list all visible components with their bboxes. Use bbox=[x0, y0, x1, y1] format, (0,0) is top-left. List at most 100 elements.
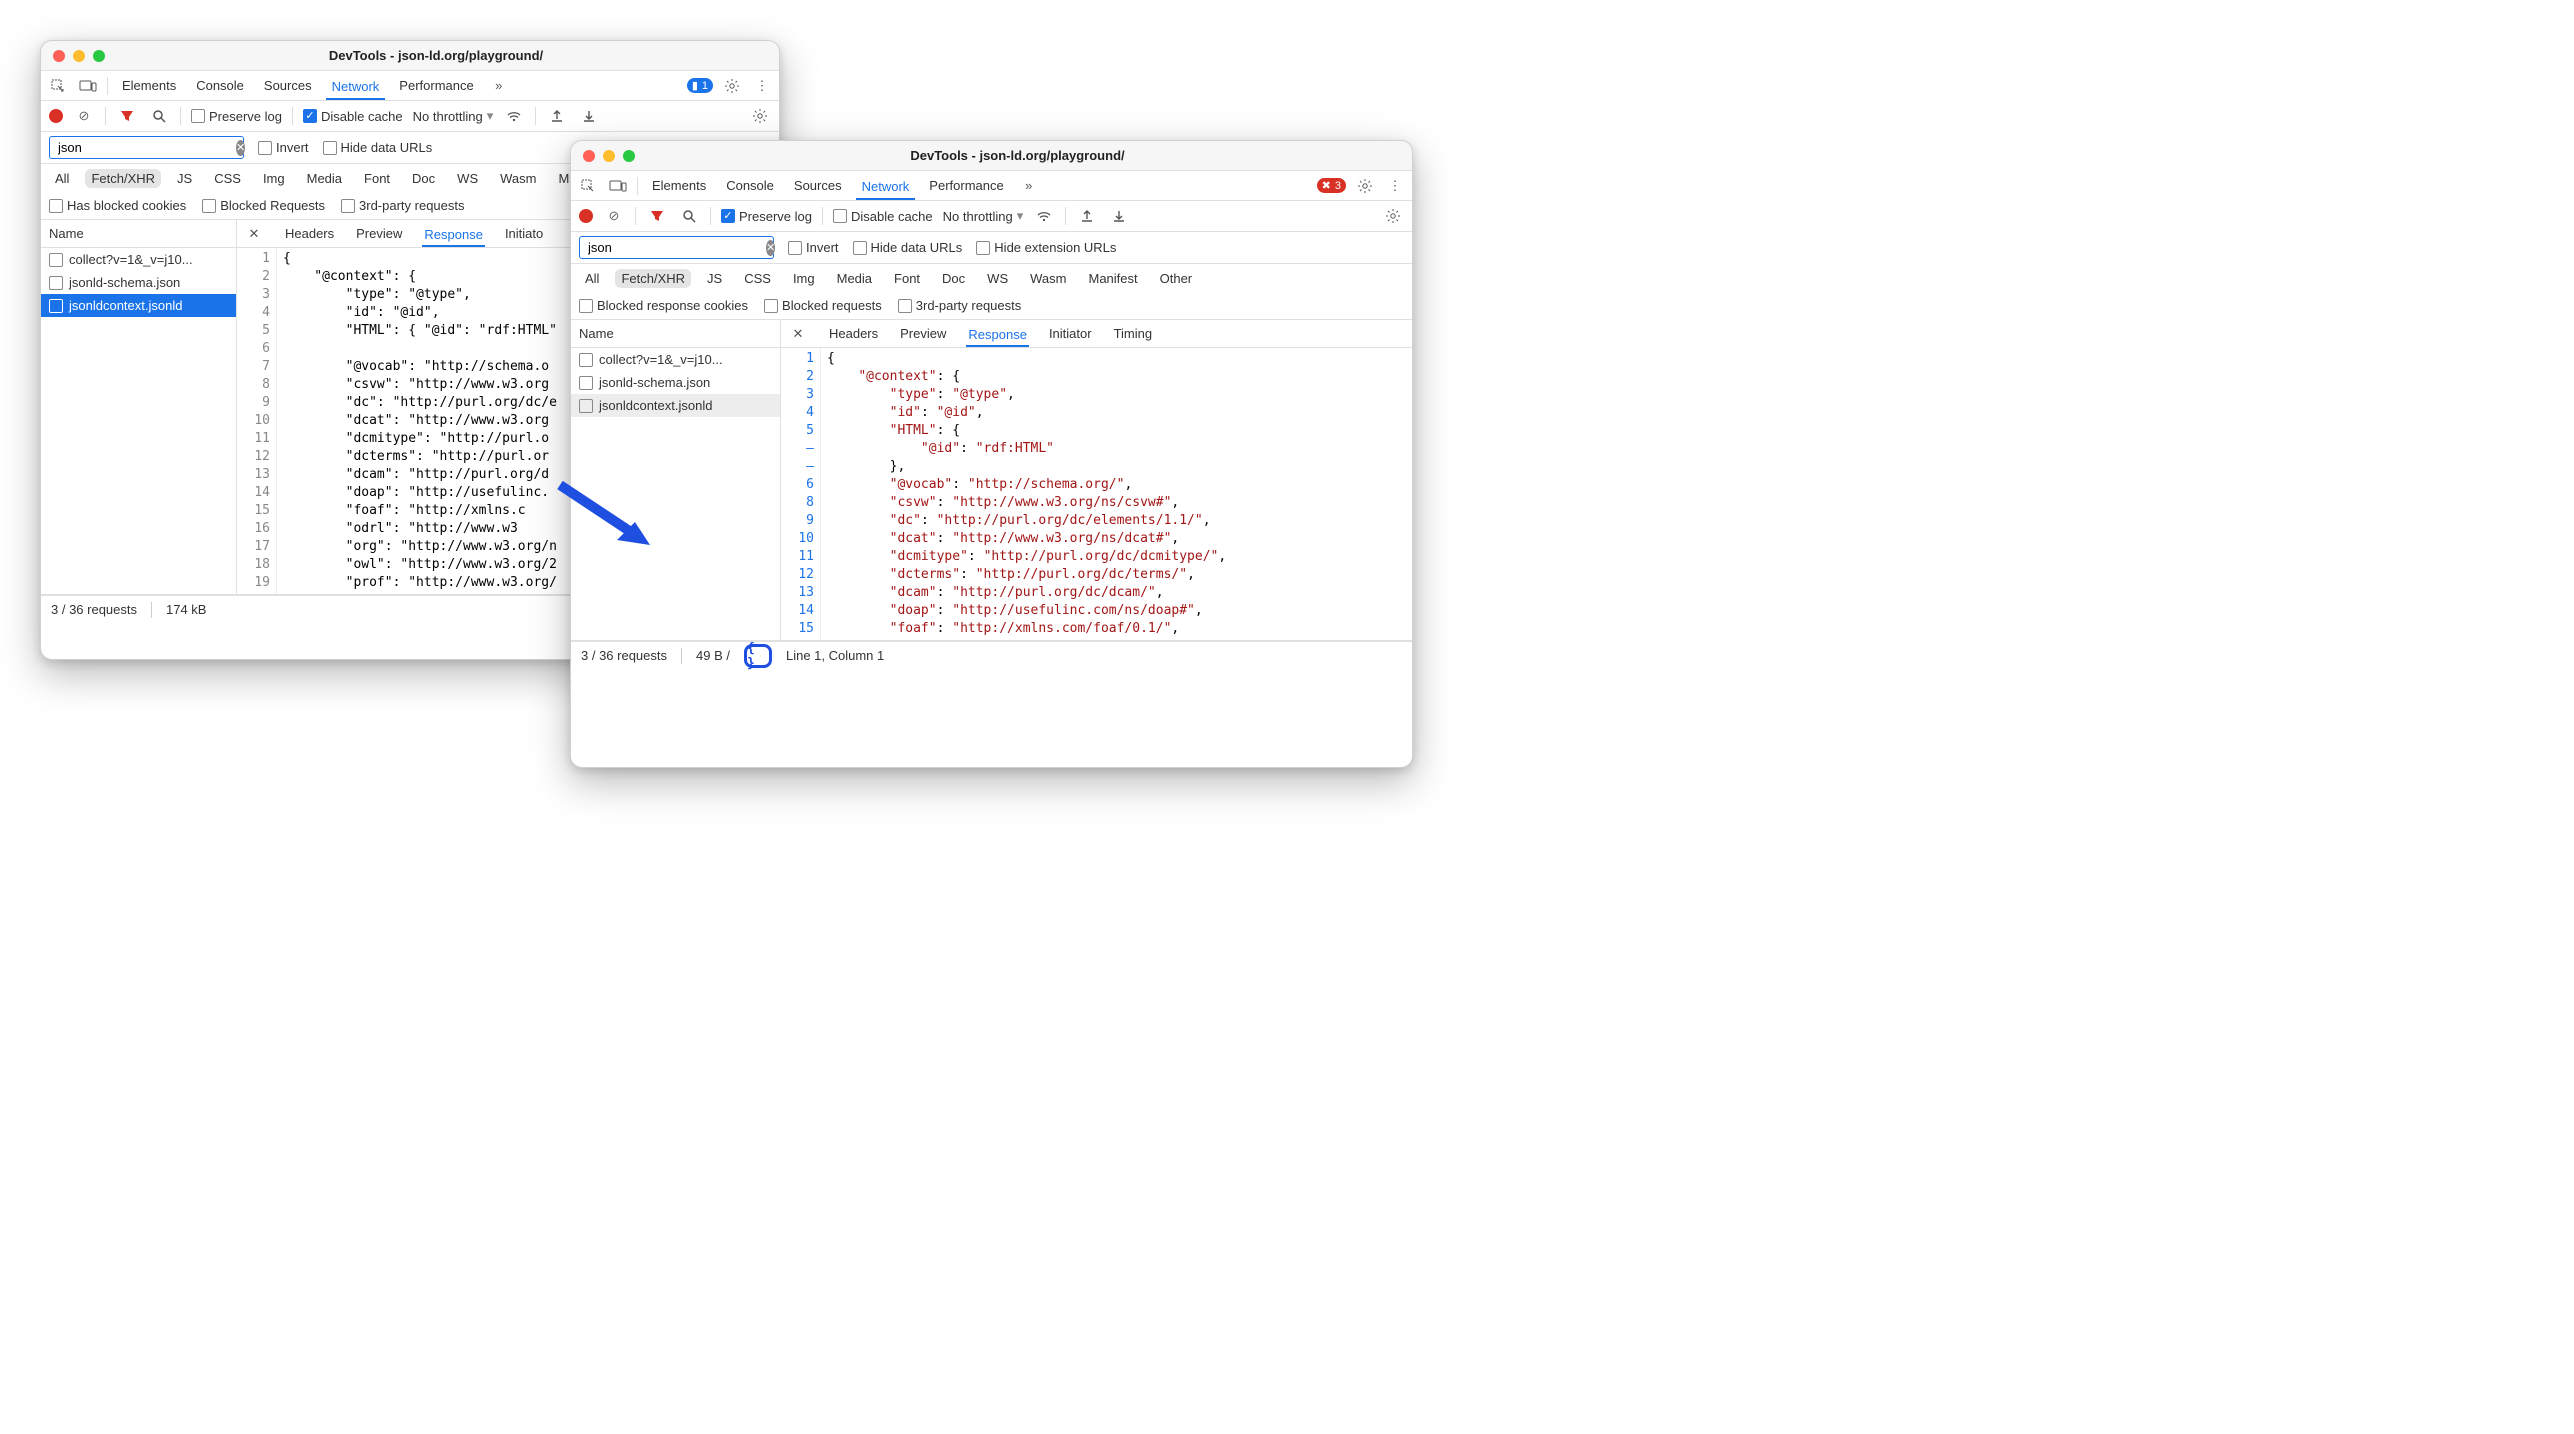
upload-icon[interactable] bbox=[546, 105, 568, 127]
settings-icon[interactable] bbox=[1354, 175, 1376, 197]
minimize-icon[interactable] bbox=[73, 50, 85, 62]
type-fetch-xhr[interactable]: Fetch/XHR bbox=[85, 169, 161, 188]
record-icon[interactable] bbox=[579, 209, 593, 223]
type-doc[interactable]: Doc bbox=[936, 269, 971, 288]
type-ws[interactable]: WS bbox=[451, 169, 484, 188]
tab-timing[interactable]: Timing bbox=[1112, 321, 1155, 346]
inspect-icon[interactable] bbox=[47, 75, 69, 97]
type-js[interactable]: JS bbox=[171, 169, 198, 188]
inspect-icon[interactable] bbox=[577, 175, 599, 197]
filter-input[interactable]: ✕ bbox=[579, 236, 774, 259]
invert-checkbox[interactable]: Invert bbox=[258, 140, 309, 155]
filter-icon[interactable] bbox=[116, 105, 138, 127]
record-icon[interactable] bbox=[49, 109, 63, 123]
type-img[interactable]: Img bbox=[787, 269, 821, 288]
tab-headers[interactable]: Headers bbox=[283, 221, 336, 246]
filter-input[interactable]: ✕ bbox=[49, 136, 244, 159]
tab-elements[interactable]: Elements bbox=[646, 172, 712, 199]
maximize-icon[interactable] bbox=[623, 150, 635, 162]
device-toggle-icon[interactable] bbox=[77, 75, 99, 97]
tab-headers[interactable]: Headers bbox=[827, 321, 880, 346]
clear-icon[interactable]: ⊘ bbox=[603, 205, 625, 227]
kebab-icon[interactable]: ⋮ bbox=[751, 75, 773, 97]
close-icon[interactable] bbox=[53, 50, 65, 62]
request-row[interactable]: jsonldcontext.jsonld bbox=[571, 394, 780, 417]
network-settings-icon[interactable] bbox=[1382, 205, 1404, 227]
type-wasm[interactable]: Wasm bbox=[1024, 269, 1072, 288]
request-row[interactable]: collect?v=1&_v=j10... bbox=[41, 248, 236, 271]
type-wasm[interactable]: Wasm bbox=[494, 169, 542, 188]
request-row[interactable]: collect?v=1&_v=j10... bbox=[571, 348, 780, 371]
tab-performance[interactable]: Performance bbox=[923, 172, 1009, 199]
blocked-requests-checkbox[interactable]: Blocked requests bbox=[764, 298, 882, 313]
tab-console[interactable]: Console bbox=[190, 72, 250, 99]
response-body[interactable]: 12345––689101112131415 { "@context": { "… bbox=[781, 348, 1412, 640]
type-media[interactable]: Media bbox=[831, 269, 878, 288]
close-detail-icon[interactable]: ✕ bbox=[787, 323, 809, 345]
device-toggle-icon[interactable] bbox=[607, 175, 629, 197]
type-font[interactable]: Font bbox=[358, 169, 396, 188]
wifi-icon[interactable] bbox=[503, 105, 525, 127]
tab-preview[interactable]: Preview bbox=[898, 321, 948, 346]
more-tabs-icon[interactable]: » bbox=[1018, 175, 1040, 197]
clear-filter-icon[interactable]: ✕ bbox=[766, 240, 775, 256]
download-icon[interactable] bbox=[1108, 205, 1130, 227]
kebab-icon[interactable]: ⋮ bbox=[1384, 175, 1406, 197]
type-css[interactable]: CSS bbox=[738, 269, 777, 288]
type-manifest[interactable]: Manifest bbox=[1082, 269, 1143, 288]
tab-initiator[interactable]: Initiator bbox=[1047, 321, 1094, 346]
clear-icon[interactable]: ⊘ bbox=[73, 105, 95, 127]
third-party-checkbox[interactable]: 3rd-party requests bbox=[341, 198, 465, 213]
preserve-log-checkbox[interactable]: Preserve log bbox=[721, 209, 812, 224]
type-js[interactable]: JS bbox=[701, 269, 728, 288]
name-column-header[interactable]: Name bbox=[571, 320, 780, 348]
tab-network[interactable]: Network bbox=[856, 173, 916, 200]
type-css[interactable]: CSS bbox=[208, 169, 247, 188]
type-media[interactable]: Media bbox=[301, 169, 348, 188]
throttling-select[interactable]: No throttling ▾ bbox=[943, 208, 1024, 224]
type-ws[interactable]: WS bbox=[981, 269, 1014, 288]
type-fetch-xhr[interactable]: Fetch/XHR bbox=[615, 269, 691, 288]
settings-icon[interactable] bbox=[721, 75, 743, 97]
type-doc[interactable]: Doc bbox=[406, 169, 441, 188]
search-icon[interactable] bbox=[148, 105, 170, 127]
filter-icon[interactable] bbox=[646, 205, 668, 227]
filter-field[interactable] bbox=[56, 139, 236, 156]
blocked-cookies-checkbox[interactable]: Blocked response cookies bbox=[579, 298, 748, 313]
tab-preview[interactable]: Preview bbox=[354, 221, 404, 246]
tab-response[interactable]: Response bbox=[966, 322, 1029, 347]
tab-sources[interactable]: Sources bbox=[258, 72, 318, 99]
minimize-icon[interactable] bbox=[603, 150, 615, 162]
request-row-selected[interactable]: jsonldcontext.jsonld bbox=[41, 294, 236, 317]
close-icon[interactable] bbox=[583, 150, 595, 162]
disable-cache-checkbox[interactable]: Disable cache bbox=[833, 209, 933, 224]
download-icon[interactable] bbox=[578, 105, 600, 127]
hide-data-urls-checkbox[interactable]: Hide data URLs bbox=[323, 140, 433, 155]
hide-extension-urls-checkbox[interactable]: Hide extension URLs bbox=[976, 240, 1116, 255]
network-settings-icon[interactable] bbox=[749, 105, 771, 127]
type-all[interactable]: All bbox=[49, 169, 75, 188]
tab-console[interactable]: Console bbox=[720, 172, 780, 199]
tab-performance[interactable]: Performance bbox=[393, 72, 479, 99]
request-row[interactable]: jsonld-schema.json bbox=[571, 371, 780, 394]
type-img[interactable]: Img bbox=[257, 169, 291, 188]
close-detail-icon[interactable]: ✕ bbox=[243, 223, 265, 245]
issues-badge[interactable]: ▮ 1 bbox=[687, 78, 713, 93]
hide-data-urls-checkbox[interactable]: Hide data URLs bbox=[853, 240, 963, 255]
more-tabs-icon[interactable]: » bbox=[488, 75, 510, 97]
disable-cache-checkbox[interactable]: Disable cache bbox=[303, 109, 403, 124]
search-icon[interactable] bbox=[678, 205, 700, 227]
blocked-cookies-checkbox[interactable]: Has blocked cookies bbox=[49, 198, 186, 213]
blocked-requests-checkbox[interactable]: Blocked Requests bbox=[202, 198, 325, 213]
maximize-icon[interactable] bbox=[93, 50, 105, 62]
upload-icon[interactable] bbox=[1076, 205, 1098, 227]
request-row[interactable]: jsonld-schema.json bbox=[41, 271, 236, 294]
type-all[interactable]: All bbox=[579, 269, 605, 288]
throttling-select[interactable]: No throttling ▾ bbox=[413, 108, 494, 124]
tab-response[interactable]: Response bbox=[422, 222, 485, 247]
name-column-header[interactable]: Name bbox=[41, 220, 236, 248]
third-party-checkbox[interactable]: 3rd-party requests bbox=[898, 298, 1022, 313]
type-font[interactable]: Font bbox=[888, 269, 926, 288]
wifi-icon[interactable] bbox=[1033, 205, 1055, 227]
filter-field[interactable] bbox=[586, 239, 766, 256]
